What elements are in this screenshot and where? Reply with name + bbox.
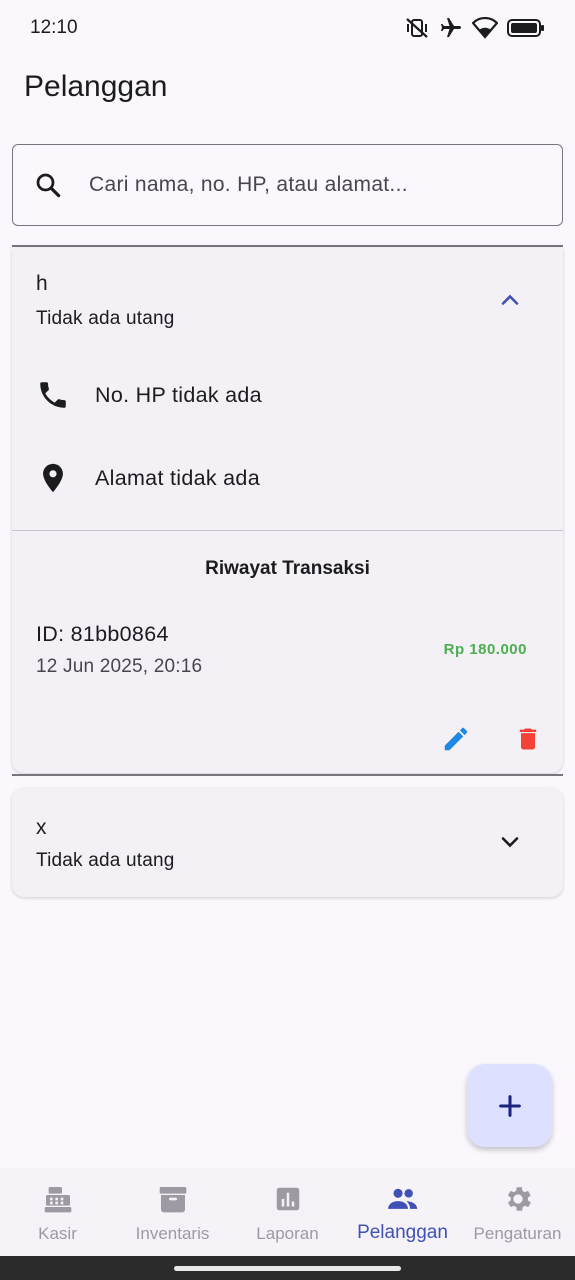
airplane-icon (439, 16, 463, 40)
plus-icon (498, 1094, 521, 1117)
bar-chart-icon (271, 1182, 305, 1216)
wifi-icon (472, 17, 498, 39)
phone-icon (36, 378, 70, 412)
bottom-navigation: Kasir Inventaris Laporan Pelanggan Penga… (0, 1168, 575, 1256)
vibrate-off-icon (404, 16, 430, 40)
list-divider (12, 774, 563, 776)
nav-item-pengaturan[interactable]: Pengaturan (460, 1168, 575, 1256)
system-gesture-area (0, 1256, 575, 1280)
customer-debt-status: Tidak ada utang (36, 308, 175, 329)
transaction-date: 12 Jun 2025, 20:16 (36, 656, 203, 677)
delete-button[interactable] (511, 722, 545, 756)
nav-label: Pengaturan (473, 1224, 562, 1243)
chevron-up-icon[interactable] (496, 286, 524, 314)
nav-item-inventaris[interactable]: Inventaris (115, 1168, 230, 1256)
edit-button[interactable] (439, 722, 473, 756)
gear-icon (501, 1182, 535, 1216)
customer-card[interactable]: x Tidak ada utang (12, 788, 563, 897)
customer-debt-status: Tidak ada utang (36, 850, 175, 871)
nav-item-laporan[interactable]: Laporan (230, 1168, 345, 1256)
transaction-amount: Rp 180.000 (443, 641, 527, 658)
nav-label: Pelanggan (357, 1222, 448, 1243)
battery-icon (507, 18, 545, 38)
status-icons (404, 16, 545, 40)
customer-card[interactable]: h Tidak ada utang No. HP tidak ada Alama… (12, 248, 563, 773)
nav-item-pelanggan[interactable]: Pelanggan (345, 1168, 460, 1256)
pencil-icon (444, 727, 468, 751)
page-title: Pelanggan (24, 70, 168, 103)
nav-label: Inventaris (135, 1224, 210, 1243)
transaction-id: ID: 81bb0864 (36, 622, 169, 646)
customer-phone-row: No. HP tidak ada (36, 378, 262, 412)
customer-address-row: Alamat tidak ada (36, 461, 260, 495)
nav-item-kasir[interactable]: Kasir (0, 1168, 115, 1256)
trash-icon (519, 728, 537, 750)
search-placeholder: Cari nama, no. HP, atau alamat... (89, 173, 408, 196)
cash-register-icon (41, 1182, 75, 1216)
home-gesture-bar[interactable] (174, 1266, 401, 1271)
location-pin-icon (36, 461, 70, 495)
transaction-history-title: Riwayat Transaksi (205, 558, 370, 579)
search-icon (33, 170, 63, 200)
add-customer-button[interactable] (467, 1064, 552, 1147)
section-divider (12, 530, 563, 531)
chevron-down-icon[interactable] (496, 828, 524, 856)
customer-phone: No. HP tidak ada (95, 382, 262, 407)
search-input[interactable]: Cari nama, no. HP, atau alamat... (12, 144, 563, 226)
customer-name: h (36, 272, 48, 295)
status-bar: 12:10 (0, 0, 575, 56)
list-divider (12, 245, 563, 247)
customer-address: Alamat tidak ada (95, 465, 260, 490)
nav-label: Laporan (256, 1224, 319, 1243)
nav-label: Kasir (38, 1224, 77, 1243)
archive-box-icon (156, 1182, 190, 1216)
status-time: 12:10 (30, 17, 78, 38)
people-icon (386, 1182, 420, 1216)
customer-name: x (36, 816, 47, 839)
